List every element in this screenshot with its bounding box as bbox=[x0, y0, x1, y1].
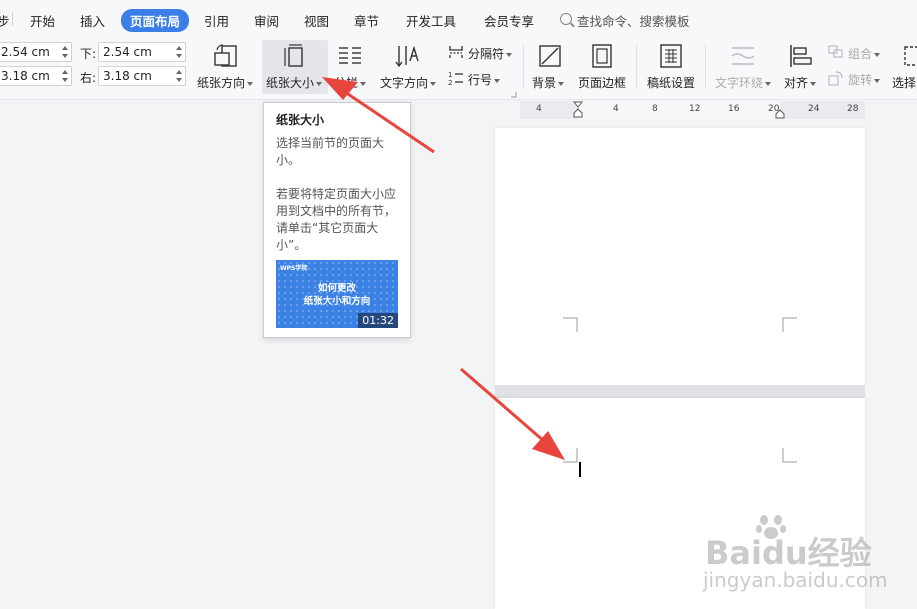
arrow-to-cursor-icon bbox=[460, 367, 565, 460]
baidu-watermark-url: jingyan.baidu.com bbox=[703, 568, 888, 592]
arrow-to-paper-size-icon bbox=[322, 77, 435, 154]
paw-logo-icon bbox=[756, 515, 786, 539]
